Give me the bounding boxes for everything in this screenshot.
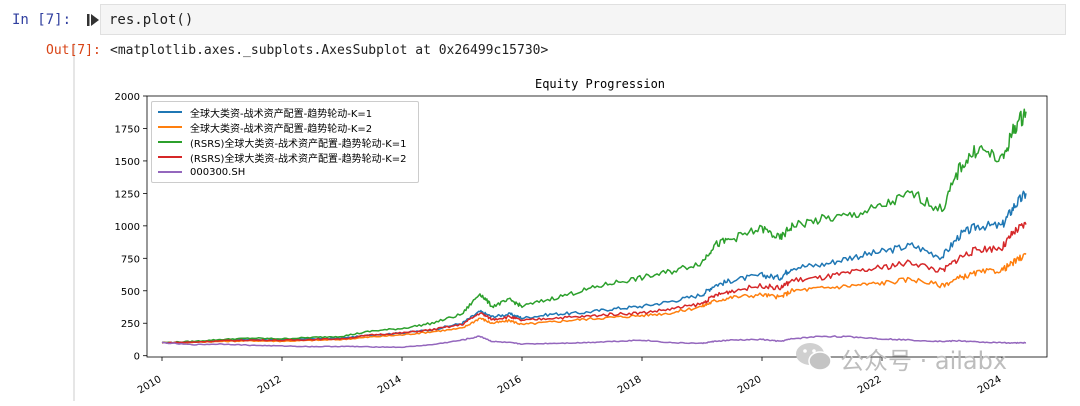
- series-line: [161, 252, 1027, 344]
- chart-legend: 全球大类资-战术资产配置-趋势轮动-K=1 全球大类资-战术资产配置-趋势轮动-…: [151, 101, 419, 183]
- y-tick-label: 1250: [115, 189, 140, 200]
- x-tick-label: 2020: [736, 374, 764, 396]
- legend-item: 000300.SH: [158, 165, 245, 179]
- legend-swatch: [158, 126, 182, 128]
- legend-label: 全球大类资-战术资产配置-趋势轮动-K=2: [190, 123, 373, 135]
- legend-swatch: [158, 171, 182, 173]
- legend-item: 全球大类资-战术资产配置-趋势轮动-K=1: [158, 105, 373, 120]
- legend-item: (RSRS)全球大类资-战术资产配置-趋势轮动-K=2: [158, 150, 407, 165]
- legend-label: 000300.SH: [190, 166, 246, 178]
- legend-label: (RSRS)全球大类资-战术资产配置-趋势轮动-K=2: [190, 153, 407, 165]
- x-tick-label: 2010: [136, 374, 164, 396]
- y-tick-label: 2000: [115, 92, 140, 103]
- legend-item: 全球大类资-战术资产配置-趋势轮动-K=2: [158, 120, 373, 135]
- code-input-area[interactable]: res.plot(): [100, 4, 1066, 35]
- output-prompt: Out[7]:: [46, 43, 101, 58]
- chart-title: Equity Progression: [535, 77, 665, 91]
- wechat-icon: [796, 343, 832, 371]
- y-tick-label: 1000: [115, 222, 140, 233]
- output-collapse-bar[interactable]: [73, 43, 75, 401]
- input-prompt: In [7]:: [12, 12, 72, 28]
- y-tick-label: 250: [121, 319, 140, 330]
- legend-item: (RSRS)全球大类资-战术资产配置-趋势轮动-K=1: [158, 135, 407, 150]
- legend-swatch: [158, 141, 182, 143]
- series-line: [161, 190, 1027, 344]
- legend-swatch: [158, 156, 182, 158]
- run-cell-icon[interactable]: [86, 13, 100, 27]
- y-tick-label: 750: [121, 254, 140, 265]
- y-tick-label: 1750: [115, 124, 140, 135]
- y-tick-label: 1500: [115, 157, 140, 168]
- y-tick-label: 0: [134, 352, 140, 363]
- x-tick-label: 2018: [616, 374, 644, 396]
- y-tick-label: 500: [121, 287, 140, 298]
- legend-label: (RSRS)全球大类资-战术资产配置-趋势轮动-K=1: [190, 138, 407, 150]
- watermark-text: 公众号 · ailabx: [840, 347, 1008, 375]
- wechat-watermark: 公众号 · ailabx: [788, 335, 1050, 379]
- y-axis: 0 250 500 750 1000 1250 1500 1750 2000: [115, 92, 147, 363]
- x-tick-label: 2016: [496, 374, 524, 396]
- output-text: <matplotlib.axes._subplots.AxesSubplot a…: [110, 43, 549, 58]
- code-text[interactable]: res.plot(): [109, 12, 193, 28]
- legend-label: 全球大类资-战术资产配置-趋势轮动-K=1: [190, 108, 373, 120]
- x-tick-label: 2012: [256, 374, 284, 396]
- x-tick-label: 2014: [376, 374, 404, 396]
- legend-swatch: [158, 111, 182, 113]
- input-cell: In [7]: res.plot(): [0, 0, 1080, 40]
